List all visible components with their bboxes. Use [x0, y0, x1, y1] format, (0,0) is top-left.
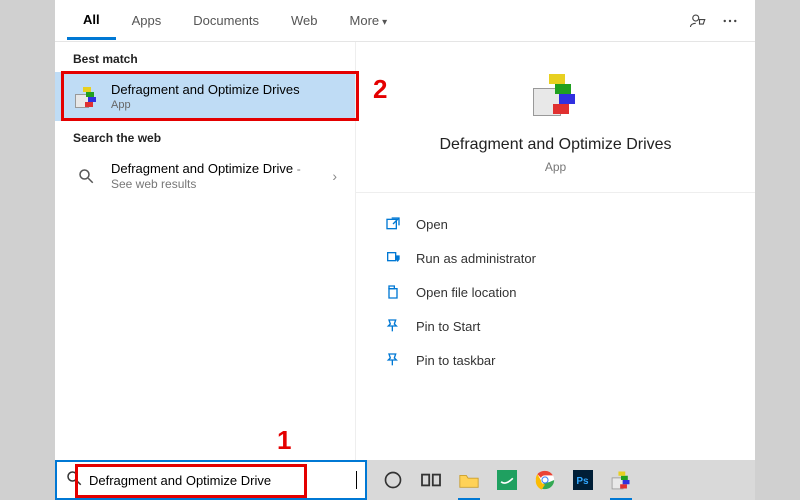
- action-open-location[interactable]: Open file location: [374, 275, 737, 309]
- pin-icon: [384, 351, 402, 369]
- preview-pane: Defragment and Optimize Drives App Open …: [355, 42, 755, 460]
- tab-apps[interactable]: Apps: [116, 3, 178, 38]
- action-run-admin[interactable]: Run as administrator: [374, 241, 737, 275]
- action-open[interactable]: Open: [374, 207, 737, 241]
- best-match-result[interactable]: Defragment and Optimize Drives App: [55, 72, 355, 121]
- task-view-icon[interactable]: [417, 466, 445, 494]
- more-options-icon[interactable]: [721, 12, 739, 30]
- chevron-down-icon: ▾: [382, 17, 387, 28]
- defrag-icon: [73, 84, 99, 110]
- annotation-label-1: 1: [277, 425, 291, 456]
- action-pin-taskbar[interactable]: Pin to taskbar: [374, 343, 737, 377]
- search-icon: [73, 163, 99, 189]
- search-icon: [65, 469, 83, 492]
- folder-icon: [384, 283, 402, 301]
- result-title: Defragment and Optimize Drive - See web …: [111, 161, 320, 191]
- search-input[interactable]: [89, 473, 350, 488]
- search-filter-tabs: All Apps Documents Web More▾: [55, 0, 755, 42]
- defrag-taskbar-icon[interactable]: [607, 466, 635, 494]
- results-column: Best match Defragment and Optimize Drive…: [55, 42, 355, 460]
- result-title: Defragment and Optimize Drives: [111, 82, 337, 97]
- chrome-icon[interactable]: [531, 466, 559, 494]
- tab-documents[interactable]: Documents: [177, 3, 275, 38]
- defrag-icon: [529, 66, 583, 120]
- photoshop-icon[interactable]: Ps: [569, 466, 597, 494]
- web-result[interactable]: Defragment and Optimize Drive - See web …: [55, 151, 355, 201]
- result-sub: App: [111, 99, 337, 111]
- open-icon: [384, 215, 402, 233]
- chevron-right-icon: ›: [332, 168, 337, 184]
- app-icon[interactable]: [493, 466, 521, 494]
- text-cursor: [356, 471, 357, 489]
- pin-icon: [384, 317, 402, 335]
- admin-shield-icon: [384, 249, 402, 267]
- preview-sub: App: [366, 160, 745, 174]
- tab-web[interactable]: Web: [275, 3, 334, 38]
- tab-more[interactable]: More▾: [334, 3, 404, 38]
- search-bar[interactable]: [55, 460, 367, 500]
- search-web-header: Search the web: [55, 121, 355, 151]
- cortana-icon[interactable]: [379, 466, 407, 494]
- taskbar: Ps: [367, 460, 755, 500]
- svg-text:Ps: Ps: [576, 476, 589, 487]
- action-pin-start[interactable]: Pin to Start: [374, 309, 737, 343]
- best-match-header: Best match: [55, 42, 355, 72]
- tab-all[interactable]: All: [67, 2, 116, 40]
- annotation-label-2: 2: [373, 74, 387, 105]
- preview-title: Defragment and Optimize Drives: [366, 136, 745, 154]
- file-explorer-icon[interactable]: [455, 466, 483, 494]
- feedback-icon[interactable]: [689, 12, 707, 30]
